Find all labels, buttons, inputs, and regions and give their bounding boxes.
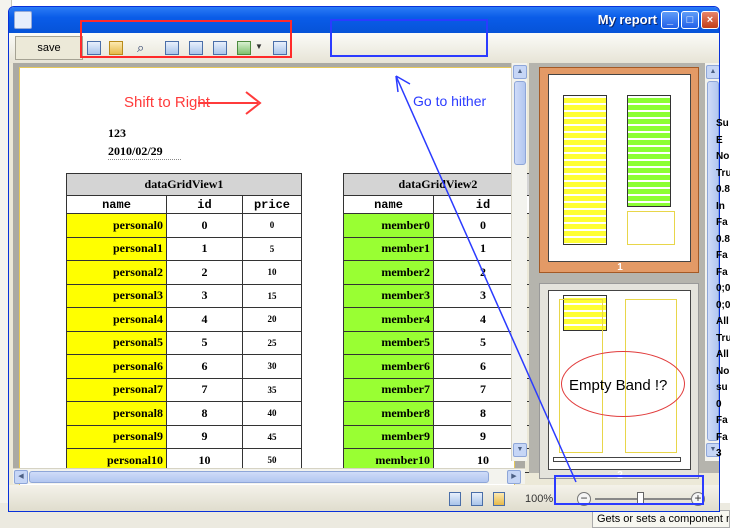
property-value: 0;0 (716, 283, 730, 294)
grid1-cell: 7 (166, 377, 243, 402)
window-title: My report (597, 12, 657, 27)
property-value: 0;0 (716, 299, 730, 311)
grid1-cell: 45 (242, 424, 302, 449)
grid1-header-price: price (242, 195, 302, 214)
property-value: No (716, 151, 730, 162)
property-value: Su (716, 118, 729, 129)
report-text-1: 123 (108, 126, 126, 140)
property-value: su (716, 382, 728, 393)
data-grid-1: dataGridView1 name id price personal0 0 0 p… (66, 173, 302, 473)
report-text-2: 2010/02/29 (108, 144, 181, 160)
grid1-cell: 8 (166, 401, 243, 426)
properties-values: Su E No Tru 0.8 In Fa 0.8 Fa Fa 0;0 0;0 All Tru All No s… (716, 118, 730, 465)
grid1-cell: 2 (166, 260, 243, 285)
property-value: Fa (716, 431, 728, 443)
grid1-cell: personal6 (66, 354, 167, 379)
view-continuous-icon[interactable] (471, 492, 483, 506)
grid1-cell: 20 (242, 307, 302, 332)
property-description: Gets or sets a component n (592, 510, 730, 528)
grid1-cell: 0 (166, 213, 243, 238)
property-value: E (716, 134, 723, 146)
grid1-cell: personal7 (66, 377, 167, 402)
view-single-icon[interactable] (449, 492, 461, 506)
annotation-blue-arrow (395, 75, 577, 483)
property-value: Fa (716, 250, 728, 261)
grid1-cell: 5 (166, 330, 243, 355)
arrow-right-icon (198, 91, 262, 115)
thumb-scroll-up-icon[interactable]: ▲ (706, 65, 719, 79)
grid1-cell: personal1 (66, 236, 167, 261)
grid1-cell: 0 (242, 213, 302, 238)
app-icon (14, 11, 32, 29)
grid1-row: personal2 2 10 (66, 260, 302, 285)
grid1-row: personal0 0 0 (66, 213, 302, 238)
zoom-level: 100% (525, 493, 554, 505)
grid1-row: personal1 1 5 (66, 236, 302, 261)
annotation-red-box (80, 20, 292, 58)
grid1-header-name: name (66, 195, 167, 214)
property-value: Fa (716, 217, 728, 228)
grid1-row: personal7 7 35 (66, 377, 302, 402)
property-value: Fa (716, 266, 728, 278)
grid1-row: personal9 9 45 (66, 424, 302, 449)
annotation-blue-box-top (330, 19, 488, 57)
grid1-cell: personal0 (66, 213, 167, 238)
save-button[interactable]: save (15, 36, 83, 60)
grid1-cell: personal9 (66, 424, 167, 449)
property-value: All (716, 349, 729, 360)
grid1-row: personal5 5 25 (66, 330, 302, 355)
grid1-row: personal6 6 30 (66, 354, 302, 379)
property-value: Fa (716, 415, 728, 426)
maximize-button[interactable]: □ (681, 11, 699, 29)
grid1-cell: personal4 (66, 307, 167, 332)
grid1-cell: personal3 (66, 283, 167, 308)
grid1-row: personal3 3 15 (66, 283, 302, 308)
property-value: No (716, 365, 730, 377)
close-button[interactable]: × (701, 11, 719, 29)
property-value: Tru (716, 167, 730, 179)
property-value: 0 (716, 398, 722, 410)
property-value: Tru (716, 332, 730, 344)
grid1-cell: 9 (166, 424, 243, 449)
report-window: My report _ □ × save ⌕ ▼ Shift to Right … (8, 6, 720, 512)
grid1-cell: 1 (166, 236, 243, 261)
view-multiple-icon[interactable] (493, 492, 505, 506)
grid1-cell: 10 (242, 260, 302, 285)
grid1-cell: personal8 (66, 401, 167, 426)
property-value: In (716, 200, 725, 212)
grid1-cell: 5 (242, 236, 302, 261)
minimize-button[interactable]: _ (661, 11, 679, 29)
grid1-title: dataGridView1 (66, 173, 302, 196)
grid1-cell: personal2 (66, 260, 167, 285)
property-value: All (716, 316, 729, 327)
grid1-cell: 35 (242, 377, 302, 402)
grid1-cell: 4 (166, 307, 243, 332)
grid1-header-id: id (166, 195, 243, 214)
property-value: 0.8 (716, 184, 730, 195)
grid1-cell: 25 (242, 330, 302, 355)
grid1-row: personal4 4 20 (66, 307, 302, 332)
grid1-cell: 3 (166, 283, 243, 308)
grid1-cell: 40 (242, 401, 302, 426)
grid1-cell: 15 (242, 283, 302, 308)
grid1-row: personal8 8 40 (66, 401, 302, 426)
grid1-cell: personal5 (66, 330, 167, 355)
scroll-left-icon[interactable]: ◀ (14, 470, 28, 484)
property-value: 3 (716, 448, 722, 459)
grid1-cell: 6 (166, 354, 243, 379)
property-value: 0.8 (716, 233, 730, 245)
grid1-cell: 30 (242, 354, 302, 379)
